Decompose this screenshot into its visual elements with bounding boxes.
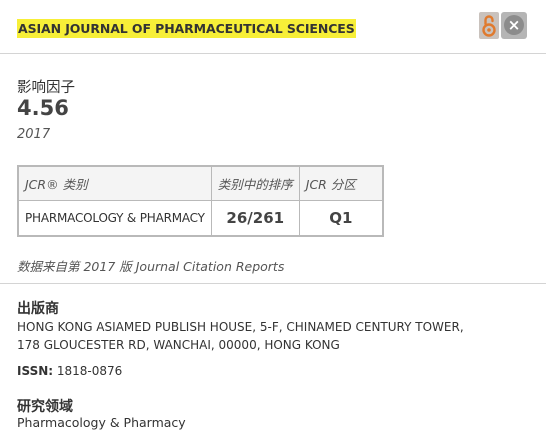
journal-title: ASIAN JOURNAL OF PHARMACEUTICAL SCIENCES [17,19,356,38]
table-row: PHARMACOLOGY & PHARMACY 26/261 Q1 [17,199,384,236]
research-area-label: 研究领域 [17,399,73,415]
jcr-source-note: 数据来自第 2017 版 Journal Citation Reports [17,259,285,274]
close-button[interactable]: × [501,12,527,39]
jcr-quartile-cell: Q1 [298,199,384,236]
jcr-table: JCR® 类别 类别中的排序 JCR 分区 PHARMACOLOGY & PHA… [17,165,384,237]
impact-factor-value: 4.56 [17,96,69,120]
jcr-table-header-row: JCR® 类别 类别中的排序 JCR 分区 [17,165,384,201]
scrollbar[interactable] [546,0,554,442]
category-rank-cell: 26/261 [210,199,300,236]
issn-label: ISSN: [17,364,54,378]
close-icon: × [504,15,524,35]
publisher-address: HONG KONG ASIAMED PUBLISH HOUSE, 5-F, CH… [17,320,464,352]
issn-line: ISSN: 1818-0876 [17,364,122,378]
issn-value: 1818-0876 [56,364,123,378]
impact-factor-year: 2017 [17,127,51,142]
category-rank-header: 类别中的排序 [210,165,300,201]
section-divider [0,283,546,284]
jcr-category-cell: PHARMACOLOGY & PHARMACY [17,199,212,236]
research-area-value: Pharmacology & Pharmacy [17,415,186,430]
jcr-quartile-header: JCR 分区 [298,165,384,201]
impact-factor-label: 影响因子 [17,80,75,96]
jcr-category-header: JCR® 类别 [17,165,212,201]
open-access-lock-icon [479,12,499,39]
journal-header: ASIAN JOURNAL OF PHARMACEUTICAL SCIENCES… [0,0,546,54]
publisher-label: 出版商 [17,301,59,317]
